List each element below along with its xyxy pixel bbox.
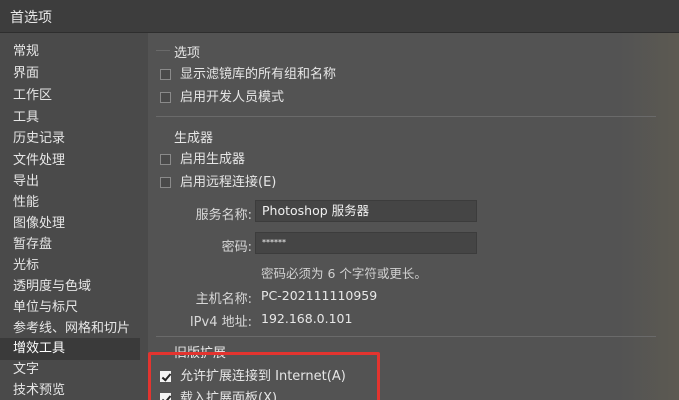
options-separator-left: [156, 50, 170, 51]
generator-section-title: 生成器: [174, 131, 214, 146]
sidebar-item-cursors[interactable]: 光标: [0, 255, 140, 277]
sidebar-item-units-rulers[interactable]: 单位与标尺: [0, 297, 140, 319]
sidebar-item-history[interactable]: 历史记录: [0, 128, 140, 150]
preferences-window: 首选项 常规 界面 工作区 工具 历史记录 文件处理 导出 性能 图像处理 暂存…: [0, 0, 679, 400]
enable-remote-checkbox[interactable]: [160, 177, 171, 188]
sidebar-item-tools[interactable]: 工具: [0, 107, 140, 129]
sidebar-item-technology-previews[interactable]: 技术预览: [0, 380, 140, 400]
hostname-label: 主机名称:: [195, 292, 252, 307]
service-name-input[interactable]: Photoshop 服务器: [255, 200, 477, 222]
ipv4-label: IPv4 地址:: [189, 315, 252, 330]
sidebar-item-type[interactable]: 文字: [0, 359, 140, 381]
password-label: 密码:: [221, 240, 252, 255]
red-highlight-box: [148, 352, 380, 400]
developer-mode-label: 启用开发人员模式: [180, 90, 285, 105]
password-hint: 密码必须为 6 个字符或更长。: [261, 266, 427, 281]
sidebar-item-export[interactable]: 导出: [0, 171, 140, 193]
legacy-separator: [156, 336, 656, 337]
sidebar-item-file-handling[interactable]: 文件处理: [0, 150, 140, 172]
ipv4-value: 192.168.0.101: [261, 311, 353, 326]
sidebar-item-workspace[interactable]: 工作区: [0, 85, 140, 107]
sidebar-item-transparency-gamut[interactable]: 透明度与色域: [0, 276, 140, 298]
sidebar-item-interface[interactable]: 界面: [0, 63, 140, 85]
sidebar-item-performance[interactable]: 性能: [0, 192, 140, 214]
show-filter-gallery-checkbox[interactable]: [160, 69, 171, 80]
window-title: 首选项: [10, 10, 52, 26]
show-filter-gallery-option[interactable]: 显示滤镜库的所有组和名称: [160, 66, 460, 84]
hostname-value: PC-202111110959: [261, 288, 378, 303]
enable-generator-option[interactable]: 启用生成器: [160, 151, 460, 169]
developer-mode-option[interactable]: 启用开发人员模式: [160, 89, 460, 107]
service-name-label: 服务名称:: [195, 208, 252, 223]
preferences-content: 选项 显示滤镜库的所有组和名称 启用开发人员模式 生成器 启用生成器 启用远程连…: [148, 33, 679, 400]
options-section-title: 选项: [174, 46, 201, 61]
title-bar: 首选项: [0, 0, 679, 33]
sidebar-item-scratch-disks[interactable]: 暂存盘: [0, 234, 140, 256]
password-input[interactable]: ******: [255, 232, 477, 254]
developer-mode-checkbox[interactable]: [160, 92, 171, 103]
enable-generator-checkbox[interactable]: [160, 154, 171, 165]
generator-separator: [156, 116, 656, 117]
enable-generator-label: 启用生成器: [180, 152, 246, 167]
sidebar-item-guides-grid-slices[interactable]: 参考线、网格和切片: [0, 318, 140, 340]
show-filter-gallery-label: 显示滤镜库的所有组和名称: [180, 67, 337, 82]
sidebar-item-image-processing[interactable]: 图像处理: [0, 213, 140, 235]
sidebar-item-general[interactable]: 常规: [0, 41, 140, 63]
sidebar-item-plugins[interactable]: 增效工具: [0, 338, 140, 360]
enable-remote-label: 启用远程连接(E): [180, 175, 277, 190]
preferences-sidebar: 常规 界面 工作区 工具 历史记录 文件处理 导出 性能 图像处理 暂存盘 光标…: [0, 33, 148, 400]
enable-remote-option[interactable]: 启用远程连接(E): [160, 174, 460, 192]
